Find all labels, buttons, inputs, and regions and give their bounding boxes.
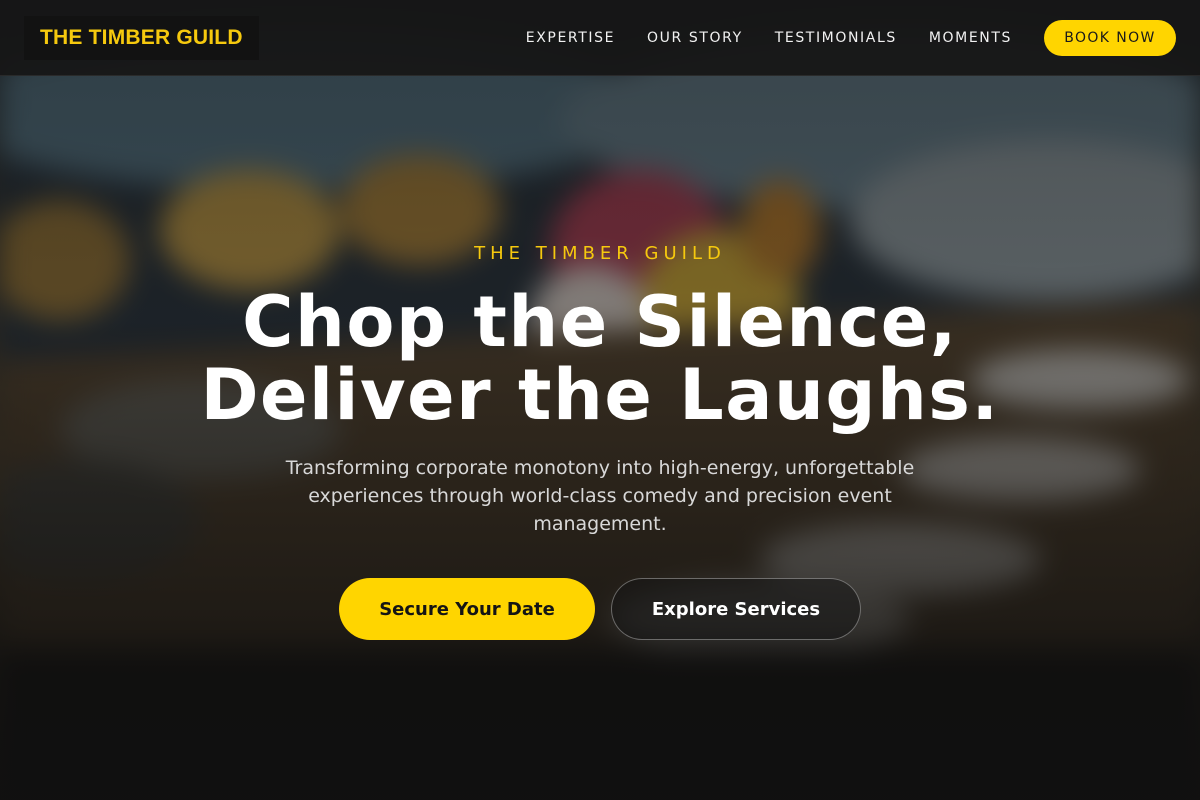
- hero-eyebrow: THE TIMBER GUILD: [474, 243, 726, 264]
- nav-link-expertise[interactable]: EXPERTISE: [526, 30, 615, 46]
- nav-link-moments[interactable]: MOMENTS: [929, 30, 1012, 46]
- explore-services-button[interactable]: Explore Services: [611, 578, 861, 640]
- hero-subtext: Transforming corporate monotony into hig…: [285, 457, 915, 535]
- hero-headline-line-2: Deliver the Laughs.: [200, 354, 1000, 436]
- site-header: THE TIMBER GUILD EXPERTISE OUR STORY TES…: [0, 0, 1200, 76]
- hero-cta-row: Secure Your Date Explore Services: [339, 578, 861, 640]
- hero-section: THE TIMBER GUILD Chop the Silence, Deliv…: [0, 240, 1200, 640]
- brand-logo[interactable]: THE TIMBER GUILD: [24, 15, 259, 60]
- nav-link-our-story[interactable]: OUR STORY: [647, 30, 743, 46]
- nav-link-testimonials[interactable]: TESTIMONIALS: [775, 30, 897, 46]
- main-nav: EXPERTISE OUR STORY TESTIMONIALS MOMENTS…: [526, 19, 1176, 56]
- hero-headline-line-1: Chop the Silence,: [242, 281, 958, 363]
- book-now-button[interactable]: BOOK NOW: [1044, 19, 1176, 56]
- hero-headline: Chop the Silence, Deliver the Laughs.: [200, 286, 999, 432]
- secure-your-date-button[interactable]: Secure Your Date: [339, 578, 595, 640]
